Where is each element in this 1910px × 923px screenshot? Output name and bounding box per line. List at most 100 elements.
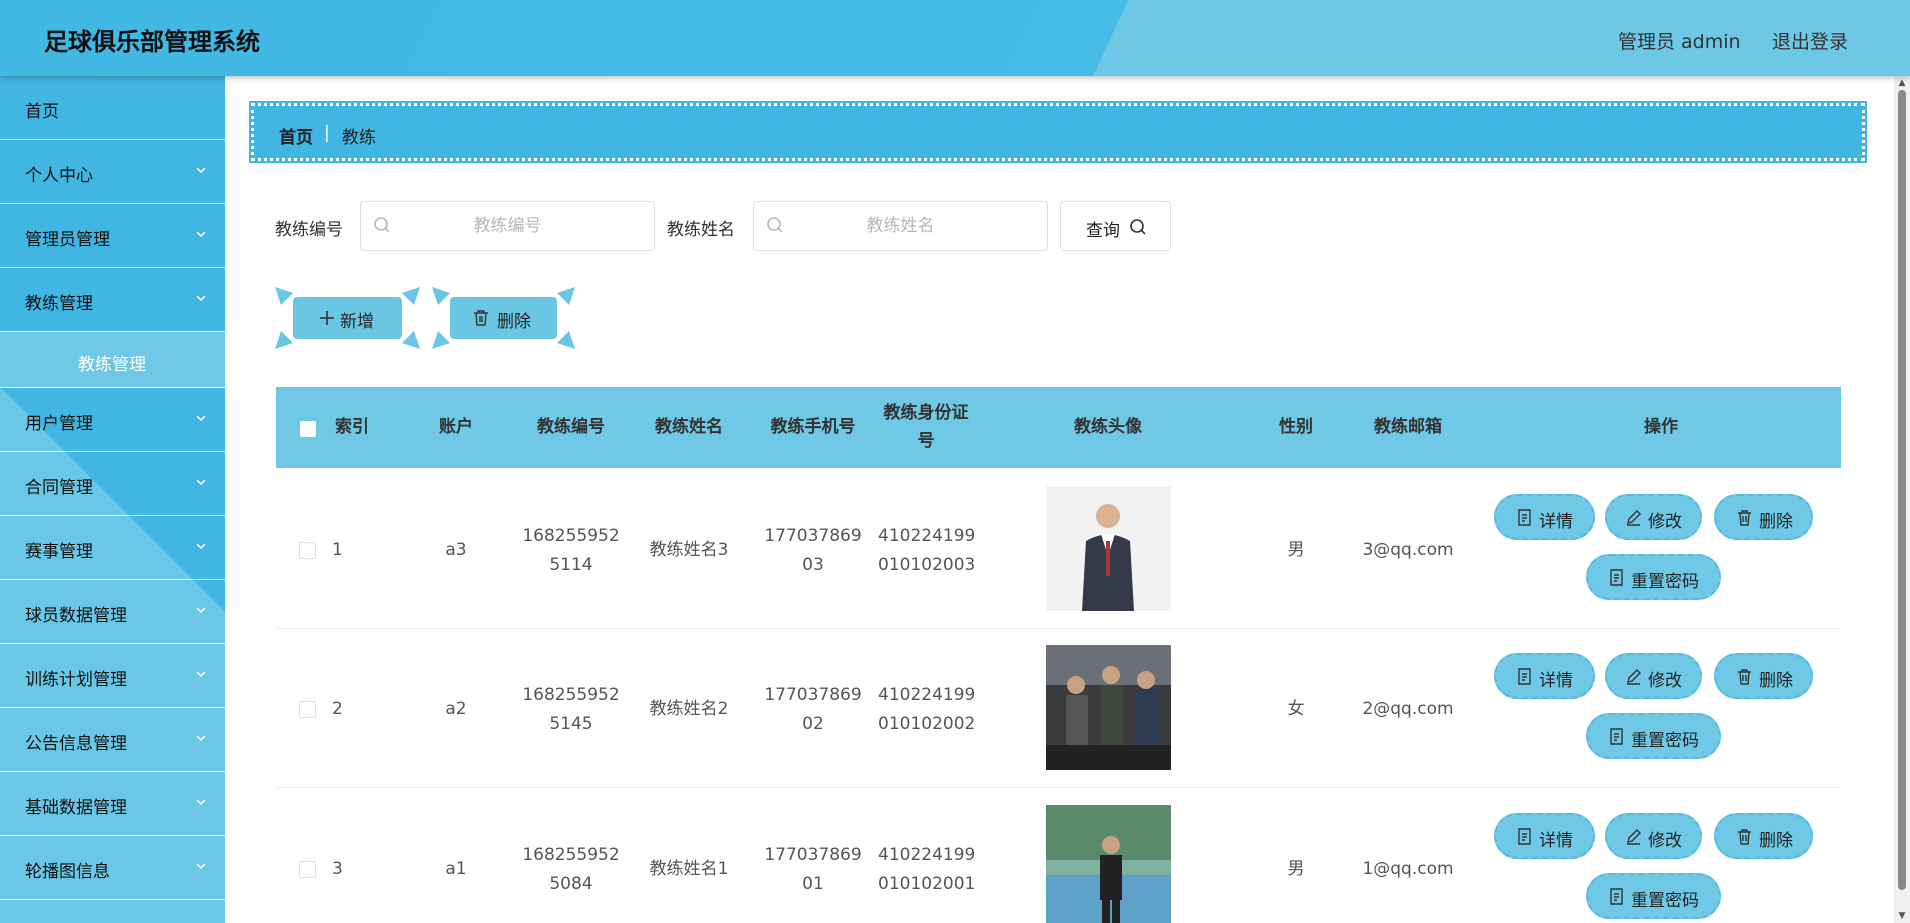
select-all-checkbox[interactable] — [300, 421, 316, 437]
cell-email: 3@qq.com — [1362, 540, 1454, 560]
scrollbar[interactable]: ▲ ▼ — [1894, 76, 1910, 923]
table-header: 索引 账户 教练编号 教练姓名 教练手机号 教练身份证号 教练头像 性别 教练邮… — [276, 387, 1841, 468]
app-title: 足球俱乐部管理系统 — [44, 28, 260, 56]
sidebar-item[interactable]: 首页 — [0, 76, 225, 140]
chevron-down-icon — [196, 231, 206, 238]
sidebar-item-label: 教练管理 — [25, 294, 93, 314]
table-row: 2 a2 168255952 5145 教练姓名2 177037869 02 41022419… — [276, 629, 1841, 788]
detail-label: 详情 — [1539, 671, 1573, 691]
coach-code-input[interactable] — [360, 201, 655, 251]
cell-name: 教练姓名3 — [649, 540, 729, 560]
detail-button[interactable]: 详情 — [1494, 813, 1595, 859]
sidebar-subitem[interactable]: 教练管理 — [0, 332, 225, 388]
row-delete-button[interactable]: 删除 — [1714, 813, 1813, 859]
trash-icon — [1738, 829, 1751, 845]
cell-phone: 177037869 02 — [764, 685, 862, 734]
reset-password-button[interactable]: 重置密码 — [1586, 554, 1721, 600]
sidebar-item[interactable]: 合同管理 — [0, 452, 225, 516]
sidebar-item[interactable]: 训练计划管理 — [0, 644, 225, 708]
cell-account: a2 — [445, 699, 467, 719]
document-icon — [1518, 668, 1531, 685]
sidebar-item-label: 轮播图信息 — [25, 862, 110, 882]
trash-icon — [1738, 669, 1751, 685]
coach-photo[interactable] — [1046, 645, 1171, 770]
reset-password-button[interactable]: 重置密码 — [1586, 873, 1721, 919]
table-row: 1 a3 168255952 5114 教练姓名3 177037869 03 41022419… — [276, 470, 1841, 629]
coach-name-input[interactable] — [753, 201, 1048, 251]
document-icon — [1610, 569, 1623, 586]
current-user: 管理员 admin — [1618, 31, 1741, 53]
scroll-down-arrow-icon[interactable]: ▼ — [1897, 911, 1907, 921]
sidebar-item[interactable]: 赛事管理 — [0, 516, 225, 580]
edit-icon — [1627, 829, 1641, 845]
cell-email: 1@qq.com — [1362, 859, 1454, 879]
corner-decoration-icon — [402, 331, 420, 349]
add-button[interactable]: 新增 — [293, 297, 402, 339]
row-checkbox[interactable] — [299, 542, 316, 559]
edit-button[interactable]: 修改 — [1605, 494, 1702, 540]
detail-button[interactable]: 详情 — [1494, 653, 1595, 699]
coach-photo[interactable] — [1046, 486, 1171, 611]
cell-email: 2@qq.com — [1362, 699, 1454, 719]
breadcrumb-home[interactable]: 首页 — [279, 123, 313, 148]
edit-button[interactable]: 修改 — [1605, 813, 1702, 859]
trash-icon — [1738, 510, 1751, 526]
sidebar-item-label: 训练计划管理 — [25, 670, 127, 690]
cell-idcard: 410224199 010102003 — [878, 526, 976, 575]
scroll-up-arrow-icon[interactable]: ▲ — [1897, 78, 1907, 88]
corner-decoration-icon — [432, 287, 450, 305]
document-icon — [1610, 728, 1623, 745]
cell-idcard: 410224199 010102001 — [878, 845, 976, 894]
document-icon — [1518, 828, 1531, 845]
sidebar-item-label: 合同管理 — [25, 478, 93, 498]
logout-link[interactable]: 退出登录 — [1772, 27, 1848, 54]
cell-index: 1 — [332, 540, 343, 560]
sidebar-item[interactable]: 轮播图信息 — [0, 836, 225, 900]
sidebar: 首页 个人中心 管理员管理 教练管理 教练管理 用户管理 合同管理 赛事管理 球员数据管理 训练计… — [0, 76, 225, 923]
sidebar-item-label: 个人中心 — [25, 166, 93, 186]
cell-code: 168255952 5114 — [522, 526, 620, 575]
chevron-down-icon — [196, 479, 206, 486]
detail-label: 详情 — [1539, 831, 1573, 851]
sidebar-item[interactable]: 用户管理 — [0, 388, 225, 452]
cell-index: 2 — [332, 699, 343, 719]
coach-photo[interactable] — [1046, 805, 1171, 923]
search-icon — [374, 217, 390, 233]
cell-phone: 177037869 03 — [764, 526, 862, 575]
coach-code-label: 教练编号 — [275, 220, 343, 240]
reset-password-button[interactable]: 重置密码 — [1586, 713, 1721, 759]
cell-account: a3 — [445, 540, 467, 560]
row-delete-button[interactable]: 删除 — [1714, 653, 1813, 699]
cell-name: 教练姓名1 — [649, 859, 729, 879]
plus-icon — [320, 311, 334, 325]
row-delete-button[interactable]: 删除 — [1714, 494, 1813, 540]
corner-decoration-icon — [275, 331, 293, 349]
cell-code: 168255952 5084 — [522, 845, 620, 894]
breadcrumb-current: 教练 — [342, 128, 376, 148]
search-icon — [767, 217, 783, 233]
sidebar-item-label: 赛事管理 — [25, 542, 93, 562]
detail-button[interactable]: 详情 — [1494, 494, 1595, 540]
coach-photo-image — [1046, 805, 1171, 923]
sidebar-item[interactable]: 球员数据管理 — [0, 580, 225, 644]
sidebar-item-label: 管理员管理 — [25, 230, 110, 250]
reset-password-label: 重置密码 — [1631, 572, 1699, 592]
sidebar-item-label: 首页 — [25, 102, 59, 122]
coach-photo-image — [1046, 645, 1171, 770]
sidebar-item[interactable]: 管理员管理 — [0, 204, 225, 268]
row-checkbox[interactable] — [299, 701, 316, 718]
add-label: 新增 — [340, 312, 374, 332]
trash-icon — [474, 310, 488, 326]
sidebar-item-label: 球员数据管理 — [25, 606, 127, 626]
delete-button[interactable]: 删除 — [450, 297, 557, 339]
query-button[interactable]: 查询 — [1060, 201, 1171, 251]
sidebar-item[interactable]: 教练管理 — [0, 268, 225, 332]
row-checkbox[interactable] — [299, 861, 316, 878]
scroll-thumb[interactable] — [1898, 90, 1906, 890]
sidebar-item[interactable]: 公告信息管理 — [0, 708, 225, 772]
sidebar-item[interactable]: 个人中心 — [0, 140, 225, 204]
edit-button[interactable]: 修改 — [1605, 653, 1702, 699]
sidebar-item[interactable]: 基础数据管理 — [0, 772, 225, 836]
cell-gender: 男 — [1287, 540, 1305, 560]
search-icon — [1130, 219, 1146, 235]
